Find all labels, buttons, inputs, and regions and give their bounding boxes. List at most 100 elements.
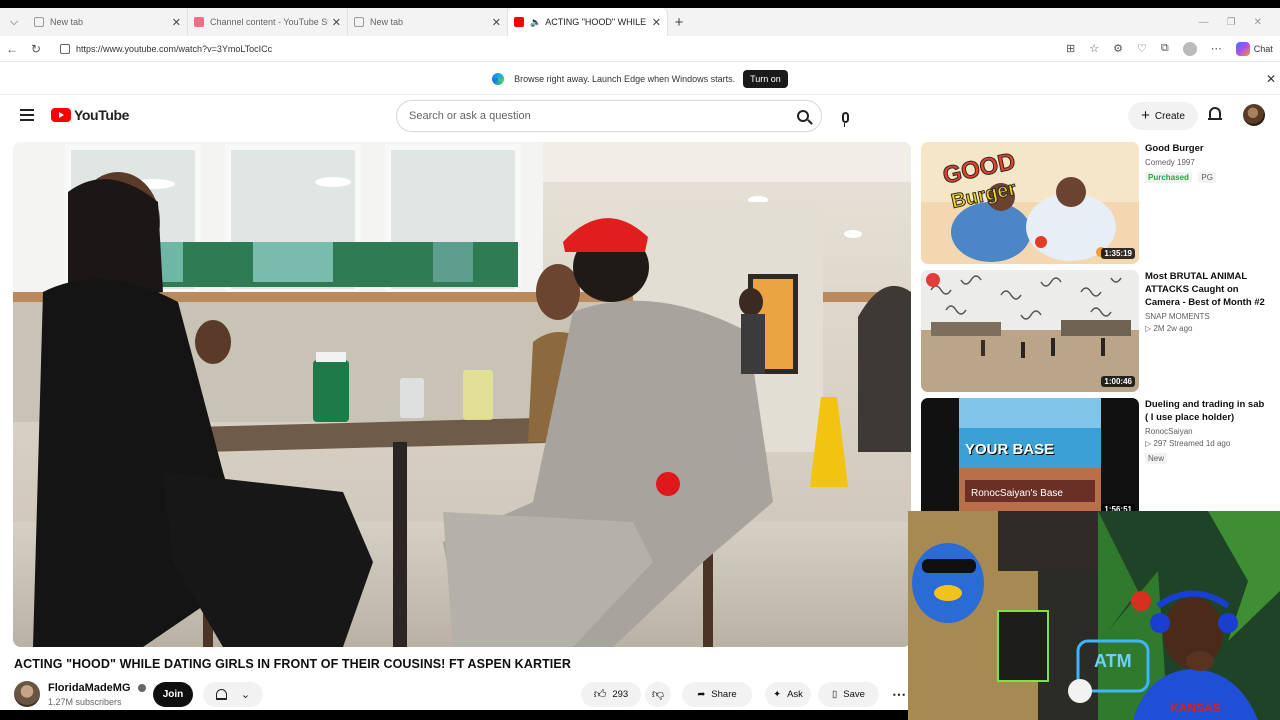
bell-icon — [215, 689, 227, 700]
logo-text: YouTube — [74, 107, 130, 123]
thumbs-down-icon: 👎︎ — [651, 687, 665, 701]
tab-actions-chevron-icon[interactable]: ⌵ — [0, 8, 28, 36]
tab-youtube-studio[interactable]: Channel content - YouTube Studio ✕ — [188, 8, 348, 36]
like-count: 293 — [612, 689, 629, 700]
search-box — [396, 100, 822, 132]
split-screen-icon[interactable]: ⊞ — [1066, 42, 1075, 55]
video-thumbnail[interactable]: YOUR BASE RonocSaiyan's Base 1:56:51 — [921, 398, 1139, 520]
search-input[interactable] — [409, 110, 785, 122]
screen: ⌵ New tab ✕ Channel content - YouTube St… — [0, 0, 1280, 720]
tab-title: New tab — [370, 17, 404, 27]
thumbnail-caption: YOUR BASE — [965, 441, 1055, 458]
favorite-star-icon[interactable]: ☆ — [1089, 42, 1099, 55]
ask-button[interactable]: ✦ Ask — [765, 682, 811, 707]
video-frame — [13, 142, 911, 647]
tab-new-tab-2[interactable]: New tab ✕ — [348, 8, 508, 36]
window-controls: — ❐ ✕ — [1199, 17, 1280, 28]
copilot-icon — [1235, 41, 1250, 56]
recommendation-item[interactable]: 1:00:46 Most BRUTAL ANIMAL ATTACKS Caugh… — [921, 270, 1271, 394]
window-close-icon[interactable]: ✕ — [1254, 17, 1262, 28]
bookmark-icon: ▯ — [832, 689, 838, 700]
microphone-icon — [841, 111, 849, 127]
video-duration: 1:35:19 — [1101, 248, 1135, 259]
close-icon[interactable]: ✕ — [1266, 72, 1276, 86]
new-tab-plus-icon[interactable]: + — [668, 14, 690, 31]
new-badge: New — [1145, 453, 1168, 464]
maximize-icon[interactable]: ❐ — [1227, 17, 1236, 28]
plus-icon: + — [1141, 107, 1150, 124]
menu-icon[interactable] — [20, 109, 34, 121]
video-duration: 1:00:46 — [1101, 376, 1135, 387]
recommendation-title[interactable]: Most BRUTAL ANIMAL ATTACKS Caught on Cam… — [1145, 270, 1269, 309]
video-player[interactable] — [13, 142, 911, 647]
create-button[interactable]: + Create — [1128, 102, 1198, 130]
collections-icon[interactable]: ⧉ — [1161, 42, 1169, 55]
channel-name[interactable]: FloridaMadeMG — [48, 682, 131, 694]
recommendation-item[interactable]: GOOD Burger 1:35:19 Good Burger Comedy 1… — [921, 142, 1271, 266]
tab-new-tab-1[interactable]: New tab ✕ — [28, 8, 188, 36]
browser-essentials-icon[interactable]: ♡ — [1137, 42, 1147, 55]
join-button[interactable]: Join — [153, 682, 193, 707]
subscription-notifications-button[interactable]: ⌄ — [203, 682, 263, 707]
share-label: Share — [711, 689, 737, 700]
video-title: ACTING "HOOD" WHILE DATING GIRLS IN FRON… — [14, 657, 571, 671]
neon-sign-text: ATM — [1094, 651, 1132, 671]
dislike-button[interactable]: 👎︎ — [645, 682, 671, 707]
recommendation-stats: ▷ 297 Streamed 1d ago — [1145, 439, 1231, 448]
save-label: Save — [843, 689, 865, 700]
tab-title: Channel content - YouTube Studio — [210, 17, 328, 27]
recommendation-title[interactable]: Dueling and trading in sab ( I use place… — [1145, 398, 1269, 424]
recommendation-channel: SNAP MOMENTS — [1145, 312, 1210, 321]
search-icon — [797, 110, 809, 122]
notification-text: Browse right away. Launch Edge when Wind… — [514, 73, 736, 84]
save-button[interactable]: ▯ Save — [818, 682, 879, 707]
close-icon[interactable]: ✕ — [332, 16, 341, 29]
extensions-icon[interactable]: ⚙ — [1113, 42, 1123, 55]
recommendation-item[interactable]: YOUR BASE RonocSaiyan's Base 1:56:51 Due… — [921, 398, 1271, 522]
create-label: Create — [1154, 110, 1185, 122]
webcam-frame — [908, 511, 1280, 720]
recommendation-title[interactable]: Good Burger — [1145, 142, 1269, 155]
recommendation-stats: ▷ 2M 2w ago — [1145, 324, 1193, 333]
video-thumbnail[interactable]: 1:00:46 — [921, 270, 1139, 392]
close-icon[interactable]: ✕ — [172, 16, 181, 29]
close-icon[interactable]: ✕ — [652, 16, 661, 29]
speaker-icon[interactable]: 🔈 — [530, 17, 541, 28]
chevron-down-icon: ⌄ — [240, 689, 251, 701]
shirt-text: KANSAS — [1170, 701, 1221, 715]
back-arrow-icon[interactable]: ← — [0, 42, 24, 56]
edge-startup-notification: Browse right away. Launch Edge when Wind… — [0, 63, 1280, 95]
toolbar-icons: ⊞ ☆ ⚙ ♡ ⧉ ⋯ Chat — [1066, 41, 1273, 56]
close-icon[interactable]: ✕ — [492, 16, 501, 29]
search-button[interactable] — [785, 101, 821, 131]
chat-label: Chat — [1253, 43, 1273, 54]
subscriber-count: 1.27M subscribers — [48, 697, 122, 707]
purchased-badge: Purchased — [1145, 172, 1192, 183]
profile-icon[interactable] — [1182, 41, 1197, 56]
turn-on-button[interactable]: Turn on — [743, 69, 788, 88]
browser-tab-strip: ⌵ New tab ✕ Channel content - YouTube St… — [0, 8, 1280, 36]
url-field[interactable]: https://www.youtube.com/watch?v=3YmoLToc… — [54, 38, 1054, 59]
site-info-icon[interactable] — [60, 43, 70, 54]
copilot-chat-button[interactable]: Chat — [1235, 41, 1273, 56]
bottom-border — [0, 710, 908, 720]
url-text: https://www.youtube.com/watch?v=3YmoLToc… — [76, 43, 273, 54]
youtube-logo[interactable]: YouTube — [51, 107, 129, 123]
minimize-icon[interactable]: — — [1199, 17, 1209, 28]
channel-avatar[interactable] — [14, 681, 40, 707]
more-options-icon[interactable]: ⋯ — [1211, 42, 1222, 55]
recommendation-meta: Dueling and trading in sab ( I use place… — [1145, 398, 1269, 466]
youtube-icon — [514, 17, 524, 27]
voice-search-button[interactable] — [830, 102, 860, 132]
more-actions-icon[interactable]: ⋯ — [889, 682, 909, 707]
video-thumbnail[interactable]: GOOD Burger 1:35:19 — [921, 142, 1139, 264]
top-border — [0, 0, 1280, 8]
share-button[interactable]: ➦ Share — [682, 682, 752, 707]
refresh-icon[interactable]: ↻ — [24, 42, 48, 56]
account-avatar[interactable] — [1243, 104, 1265, 126]
streamer-webcam-overlay: ATM KANSAS — [908, 511, 1280, 720]
notifications-bell-icon[interactable] — [1208, 107, 1222, 121]
tab-youtube-video[interactable]: 🔈 ACTING "HOOD" WHILE DATI ✕ — [508, 8, 668, 36]
like-button[interactable]: 👍︎ 293 — [581, 682, 641, 707]
recommendation-meta: Most BRUTAL ANIMAL ATTACKS Caught on Cam… — [1145, 270, 1269, 333]
